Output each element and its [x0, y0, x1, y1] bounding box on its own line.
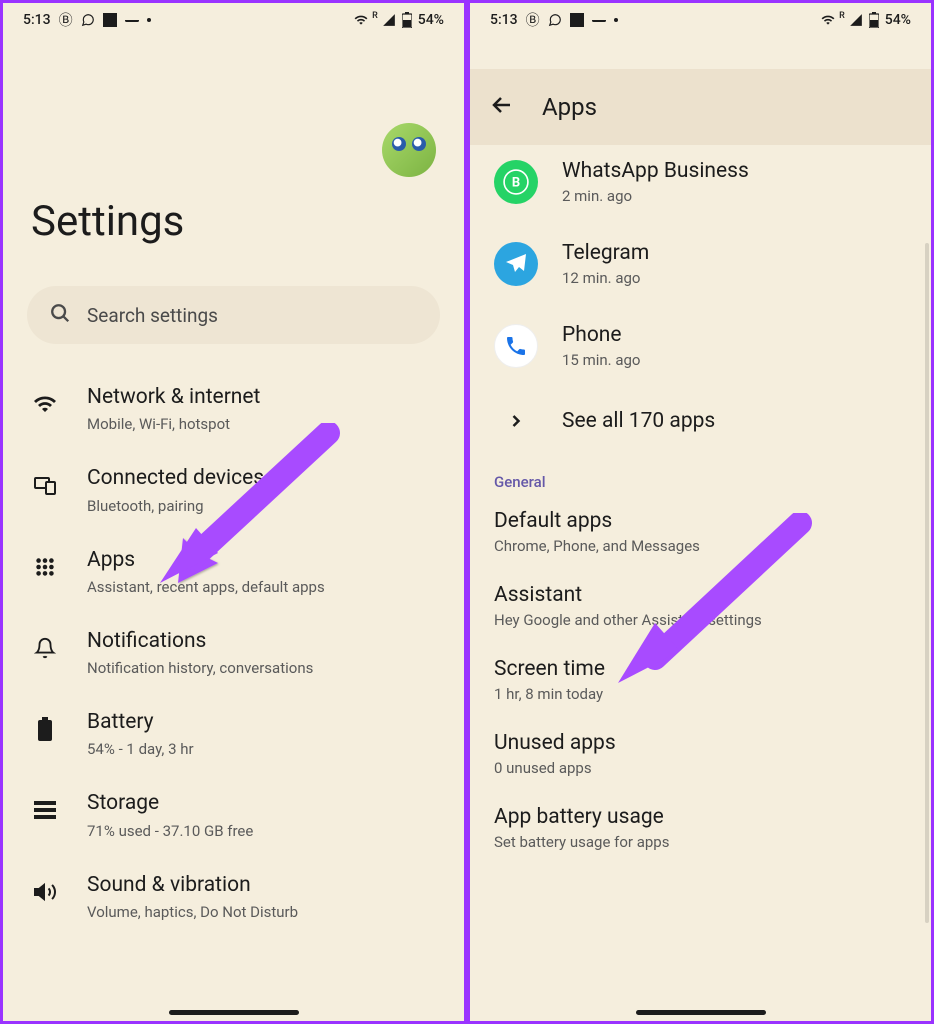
app-name: Telegram: [562, 241, 907, 265]
search-placeholder: Search settings: [87, 304, 218, 327]
phone-app-icon: [494, 324, 538, 368]
nav-handle[interactable]: [636, 1010, 766, 1015]
status-bar: 5:13 Ⓑ R 54%: [470, 3, 931, 37]
phone-settings: 5:13 Ⓑ R 54%: [0, 0, 467, 1024]
apps-header-title: Apps: [542, 93, 597, 121]
battery-icon: [400, 13, 414, 27]
status-dash-icon: [592, 19, 606, 22]
signal-icon: [382, 13, 396, 27]
whatsapp-icon: B: [494, 160, 538, 204]
battery-icon: [867, 13, 881, 27]
phone-apps: 5:13 Ⓑ R 54%: [467, 0, 934, 1024]
menu-network[interactable]: Network & internet Mobile, Wi-Fi, hotspo…: [3, 368, 464, 449]
back-button[interactable]: [490, 93, 514, 121]
app-name: WhatsApp Business: [562, 159, 907, 183]
search-icon: [49, 302, 71, 329]
gen-sub: Chrome, Phone, and Messages: [494, 537, 907, 555]
gen-default-apps[interactable]: Default apps Chrome, Phone, and Messages: [470, 495, 931, 569]
wifi-icon: [31, 390, 59, 418]
status-time: 5:13: [23, 12, 51, 28]
menu-connected-devices[interactable]: Connected devices Bluetooth, pairing: [3, 449, 464, 530]
section-general: General: [470, 455, 931, 495]
storage-icon: [31, 796, 59, 824]
menu-title: Connected devices: [87, 465, 440, 492]
profile-avatar[interactable]: [382, 123, 436, 177]
menu-sub: Mobile, Wi-Fi, hotspot: [87, 415, 440, 433]
status-dot-icon: [147, 18, 151, 22]
menu-battery[interactable]: Battery 54% - 1 day, 3 hr: [3, 693, 464, 774]
telegram-icon: [494, 242, 538, 286]
menu-sub: Assistant, recent apps, default apps: [87, 578, 440, 596]
menu-title: Battery: [87, 709, 440, 736]
gen-title: Assistant: [494, 583, 907, 607]
gen-screen-time[interactable]: Screen time 1 hr, 8 min today: [470, 643, 931, 717]
gen-title: Screen time: [494, 657, 907, 681]
app-row-telegram[interactable]: Telegram 12 min. ago: [470, 223, 931, 305]
gen-sub: Hey Google and other Assistant settings: [494, 611, 907, 629]
battery-icon: [31, 715, 59, 743]
menu-sub: Notification history, conversations: [87, 659, 440, 677]
apps-header: Apps: [470, 69, 931, 145]
gen-unused-apps[interactable]: Unused apps 0 unused apps: [470, 717, 931, 791]
see-all-apps[interactable]: See all 170 apps: [470, 387, 931, 455]
gen-app-battery[interactable]: App battery usage Set battery usage for …: [470, 791, 931, 865]
battery-text: 54%: [418, 12, 444, 28]
chevron-right-icon: [494, 411, 538, 431]
status-bar: 5:13 Ⓑ R 54%: [3, 3, 464, 37]
apps-icon: [31, 553, 59, 581]
menu-title: Apps: [87, 547, 440, 574]
battery-text: 54%: [885, 12, 911, 28]
volume-icon: [31, 878, 59, 906]
status-r-icon: R: [372, 11, 378, 21]
menu-sub: 54% - 1 day, 3 hr: [87, 740, 440, 758]
status-square-icon: [103, 13, 117, 27]
menu-notifications[interactable]: Notifications Notification history, conv…: [3, 612, 464, 693]
wifi-icon: [354, 13, 368, 27]
gen-sub: 1 hr, 8 min today: [494, 685, 907, 703]
status-square-icon: [570, 13, 584, 27]
whatsapp-status-icon: [548, 13, 562, 27]
menu-sub: 71% used - 37.10 GB free: [87, 822, 440, 840]
status-dash-icon: [125, 19, 139, 22]
gen-sub: 0 unused apps: [494, 759, 907, 777]
status-dot-icon: [614, 18, 618, 22]
app-name: Phone: [562, 323, 907, 347]
menu-apps[interactable]: Apps Assistant, recent apps, default app…: [3, 531, 464, 612]
app-row-whatsapp[interactable]: B WhatsApp Business 2 min. ago: [470, 141, 931, 223]
menu-title: Storage: [87, 790, 440, 817]
menu-sub: Volume, haptics, Do Not Disturb: [87, 903, 440, 921]
menu-sub: Bluetooth, pairing: [87, 497, 440, 515]
scroll-indicator[interactable]: [925, 243, 929, 923]
status-b-icon: Ⓑ: [59, 13, 73, 27]
status-time: 5:13: [490, 12, 518, 28]
nav-handle[interactable]: [169, 1010, 299, 1015]
status-r-icon: R: [839, 11, 845, 21]
see-all-text: See all 170 apps: [562, 409, 715, 433]
app-sub: 12 min. ago: [562, 269, 907, 287]
app-row-phone[interactable]: Phone 15 min. ago: [470, 305, 931, 387]
gen-title: Default apps: [494, 509, 907, 533]
svg-text:B: B: [512, 175, 520, 190]
menu-sound[interactable]: Sound & vibration Volume, haptics, Do No…: [3, 856, 464, 937]
menu-title: Notifications: [87, 628, 440, 655]
app-sub: 15 min. ago: [562, 351, 907, 369]
app-sub: 2 min. ago: [562, 187, 907, 205]
menu-storage[interactable]: Storage 71% used - 37.10 GB free: [3, 774, 464, 855]
menu-title: Network & internet: [87, 384, 440, 411]
gen-sub: Set battery usage for apps: [494, 833, 907, 851]
devices-icon: [31, 471, 59, 499]
signal-icon: [849, 13, 863, 27]
gen-assistant[interactable]: Assistant Hey Google and other Assistant…: [470, 569, 931, 643]
search-input[interactable]: Search settings: [27, 286, 440, 344]
wifi-icon: [821, 13, 835, 27]
gen-title: Unused apps: [494, 731, 907, 755]
gen-title: App battery usage: [494, 805, 907, 829]
status-b-icon: Ⓑ: [526, 13, 540, 27]
menu-title: Sound & vibration: [87, 872, 440, 899]
bell-icon: [31, 634, 59, 662]
whatsapp-status-icon: [81, 13, 95, 27]
